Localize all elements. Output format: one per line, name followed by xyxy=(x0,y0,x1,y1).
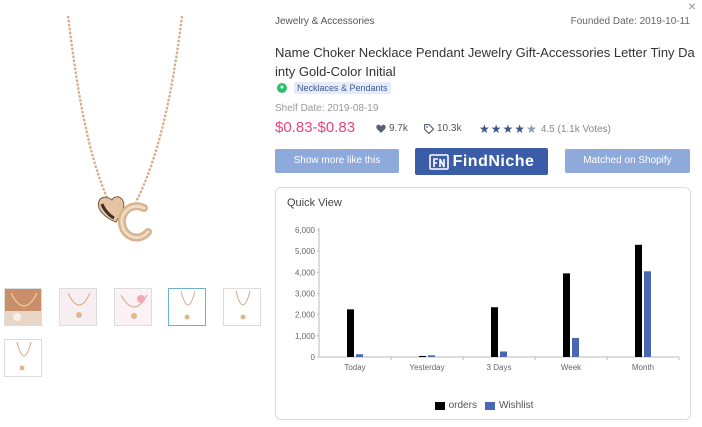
legend-swatch xyxy=(434,401,445,410)
price: $0.83-$0.83 xyxy=(275,119,356,136)
legend-item-wishlist[interactable]: Wishlist xyxy=(484,400,534,411)
thumbnail[interactable] xyxy=(59,288,97,326)
star-icon: ★ xyxy=(502,122,514,136)
chart-legend: orders Wishlist xyxy=(276,400,692,411)
legend-label: orders xyxy=(448,400,477,411)
main-product-image xyxy=(50,10,220,272)
bar-wishlist xyxy=(500,351,507,357)
y-tick-label: 4,000 xyxy=(295,268,316,277)
likes-count: 9.7k xyxy=(389,123,408,134)
thumbnail[interactable] xyxy=(4,339,42,377)
x-tick-label: Week xyxy=(561,363,582,372)
heart-icon xyxy=(376,124,386,133)
likes-stat: 9.7k xyxy=(376,123,408,134)
rating-text: 4.5 (1.1k Votes) xyxy=(540,123,611,135)
thumbnail[interactable] xyxy=(4,288,42,326)
star-icon: ★ xyxy=(479,122,490,136)
rating: ★ ★ ★ ★ ★ 4.5 (1.1k Votes) xyxy=(479,122,611,136)
legend-swatch xyxy=(484,401,495,410)
thumbnail[interactable] xyxy=(114,288,152,326)
subcategory-tag[interactable]: Necklaces & Pendants xyxy=(294,82,391,94)
subcategory-row: ● Necklaces & Pendants xyxy=(277,81,391,95)
y-tick-label: 5,000 xyxy=(295,247,316,256)
bar-wishlist xyxy=(644,271,651,357)
y-tick-label: 0 xyxy=(311,353,316,362)
matched-shopify-button[interactable]: Matched on Shopify xyxy=(565,149,690,173)
tags-stat: 10.3k xyxy=(424,123,461,134)
x-tick-label: 3 Days xyxy=(487,363,512,372)
thumbnail[interactable] xyxy=(223,288,261,326)
findniche-logo-icon xyxy=(428,153,449,170)
quick-view-chart: 0 1,000 2,000 3,000 4,000 5,000 6,000 Today Yest… xyxy=(295,226,680,372)
findniche-button[interactable]: FindNiche xyxy=(415,148,548,175)
tags-count: 10.3k xyxy=(437,123,462,134)
category-label: Jewelry & Accessories xyxy=(275,16,375,27)
quick-view-card: Quick View 0 1,000 2,000 3,000 4,000 5,000 6,0… xyxy=(275,187,691,420)
legend-label: Wishlist xyxy=(498,400,534,411)
findniche-label: FindNiche xyxy=(452,152,535,170)
thumbnail[interactable] xyxy=(168,288,206,326)
show-more-button[interactable]: Show more like this xyxy=(275,149,399,173)
y-tick-label: 2,000 xyxy=(295,311,316,320)
half-star-icon: ★ xyxy=(526,122,537,136)
y-tick-label: 1,000 xyxy=(295,332,316,341)
shelf-date: Shelf Date: 2019-08-19 xyxy=(275,103,379,114)
bar-orders xyxy=(563,273,570,357)
close-icon[interactable]: × xyxy=(688,0,696,14)
check-icon: ● xyxy=(277,83,287,93)
star-icon: ★ xyxy=(514,122,526,136)
founded-date: Founded Date: 2019-10-11 xyxy=(570,16,690,27)
legend-item-orders[interactable]: orders xyxy=(434,400,477,411)
y-tick-label: 6,000 xyxy=(295,226,316,235)
bar-orders xyxy=(347,309,354,357)
bar-orders xyxy=(635,244,642,357)
bar-wishlist xyxy=(572,337,579,357)
x-tick-label: Month xyxy=(632,363,654,372)
star-icon: ★ xyxy=(490,122,502,136)
bar-wishlist xyxy=(428,355,435,357)
y-tick-label: 3,000 xyxy=(295,290,316,299)
bar-wishlist xyxy=(356,354,363,357)
x-tick-label: Today xyxy=(344,363,365,372)
product-title: Name Choker Necklace Pendant Jewelry Gif… xyxy=(275,45,695,79)
bar-orders xyxy=(419,355,426,357)
tag-icon xyxy=(424,123,434,134)
x-tick-label: Yesterday xyxy=(409,363,444,372)
bar-orders xyxy=(491,307,498,357)
